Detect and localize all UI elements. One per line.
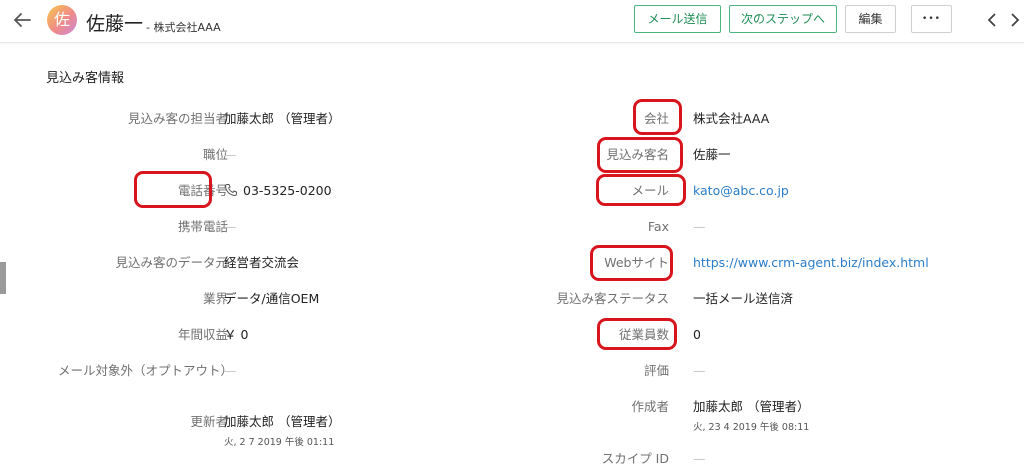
value-title[interactable]: — [224, 147, 237, 163]
highlight-lead-name-label [597, 137, 683, 173]
highlight-company-label [633, 99, 682, 135]
previous-record-icon[interactable] [984, 11, 1002, 29]
value-annual-revenue[interactable]: ￥ 0 [224, 327, 248, 343]
edit-button[interactable]: 編集 [845, 5, 896, 33]
lead-name-title: 佐藤一 [86, 13, 144, 35]
value-lead-owner[interactable]: 加藤太郎 （管理者） [224, 111, 340, 127]
company-subtitle: - 株式会社AAA [146, 21, 221, 34]
phone-icon [224, 184, 237, 197]
label-annual-revenue: 年間収益 [177, 327, 228, 342]
value-modified-by: 加藤太郎 （管理者） [224, 414, 341, 429]
value-lead-status[interactable]: 一括メール送信済 [693, 291, 793, 307]
value-company[interactable]: 株式会社AAA [693, 111, 769, 127]
value-employees[interactable]: 0 [693, 327, 701, 343]
value-mobile[interactable]: — [224, 219, 237, 235]
phone-number: 03-5325-0200 [243, 183, 332, 198]
label-fax: Fax [647, 219, 669, 234]
label-skype-id: スカイプ ID [601, 451, 669, 466]
value-created-by: 加藤太郎 （管理者） [693, 399, 810, 414]
side-panel-handle[interactable] [0, 262, 6, 294]
modified-timestamp: 火, 2 7 2019 午後 01:11 [224, 437, 335, 448]
label-lead-source: 見込み客のデータ元 [115, 255, 228, 270]
label-rating: 評価 [643, 363, 669, 378]
value-email-opt-out[interactable]: — [224, 363, 237, 379]
highlight-email-label [596, 174, 686, 206]
label-email-opt-out: メール対象外（オプトアウト） [58, 363, 234, 378]
value-lead-source[interactable]: 経営者交流会 [224, 255, 299, 271]
company-name: 株式会社AAA [153, 21, 221, 34]
highlight-website-label [590, 245, 673, 281]
record-header: 佐 佐藤一 - 株式会社AAA メール送信 次のステップへ 編集 ••• [0, 0, 1024, 43]
highlight-phone-label [134, 171, 212, 208]
value-skype-id[interactable]: — [693, 451, 706, 467]
value-rating[interactable]: — [693, 363, 706, 379]
next-record-icon[interactable] [1006, 11, 1024, 29]
label-lead-status: 見込み客ステータス [556, 291, 669, 306]
value-phone[interactable]: 03-5325-0200 [224, 183, 332, 199]
label-lead-owner: 見込み客の担当者 [127, 111, 228, 126]
label-created-by: 作成者 [631, 399, 669, 414]
send-mail-button[interactable]: メール送信 [634, 5, 721, 33]
value-fax[interactable]: — [693, 219, 706, 235]
label-modified-by: 更新者 [190, 414, 228, 429]
highlight-employees-label [597, 318, 677, 350]
value-industry[interactable]: データ/通信OEM [224, 291, 319, 307]
section-title: 見込み客情報 [46, 71, 125, 86]
next-step-button[interactable]: 次のステップへ [729, 5, 837, 33]
label-mobile: 携帯電話 [177, 219, 228, 234]
more-options-button[interactable]: ••• [911, 5, 952, 33]
avatar: 佐 [47, 5, 77, 35]
value-lead-name[interactable]: 佐藤一 [693, 147, 731, 163]
back-arrow-icon[interactable] [10, 8, 34, 32]
value-email-link[interactable]: kato@abc.co.jp [693, 183, 789, 199]
value-website-link[interactable]: https://www.crm-agent.biz/index.html [693, 255, 929, 271]
created-timestamp: 火, 23 4 2019 午後 08:11 [693, 422, 810, 433]
